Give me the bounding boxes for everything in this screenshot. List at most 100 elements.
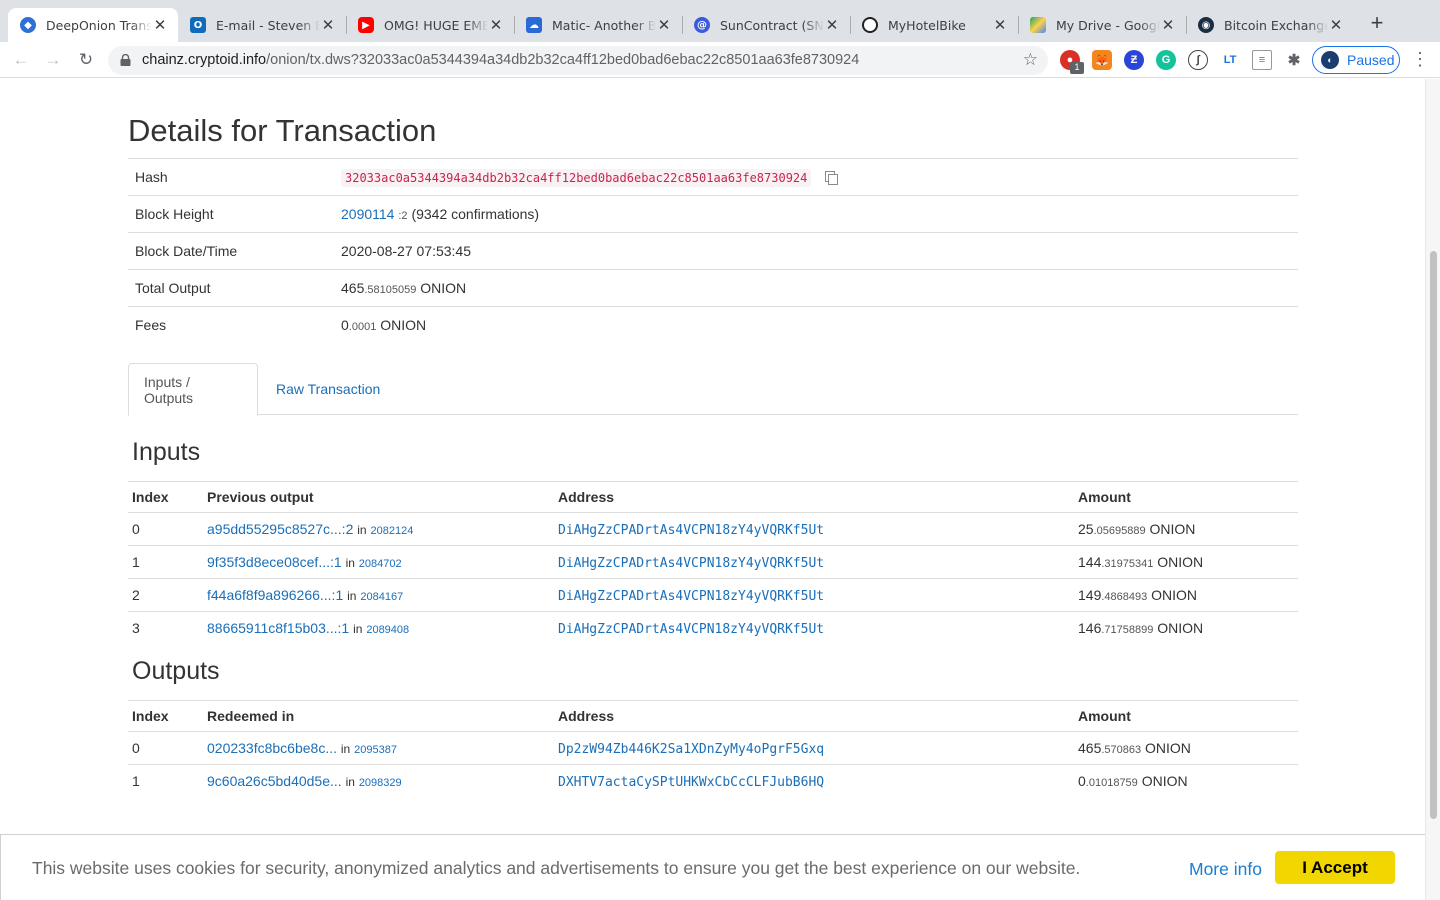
detail-row-block-height: Block Height 2090114 :2 (9342 confirmati… bbox=[128, 195, 1298, 233]
tab-title: SunContract (SNC bbox=[720, 17, 824, 33]
row-index: 2 bbox=[128, 578, 203, 612]
detail-label: Block Date/Time bbox=[135, 243, 238, 259]
accept-cookies-button[interactable]: I Accept bbox=[1275, 851, 1395, 884]
amount-integer: 0 bbox=[341, 317, 349, 334]
column-header: Index bbox=[128, 481, 203, 513]
amount-decimal: .0001 bbox=[348, 321, 377, 334]
block-link[interactable]: 2082124 bbox=[370, 525, 413, 537]
close-tab-icon[interactable]: ✕ bbox=[656, 16, 672, 34]
reload-icon[interactable]: ↻ bbox=[75, 49, 97, 71]
browser-tab-deeponion[interactable]: ◆ DeepOnion Transa ✕ bbox=[8, 8, 178, 42]
browser-tab-matic[interactable]: ☁ Matic- Another Be ✕ bbox=[514, 8, 682, 42]
block-link[interactable]: 2084702 bbox=[359, 558, 402, 570]
signature-extension-icon[interactable]: ∫ bbox=[1188, 50, 1208, 70]
grammarly-icon[interactable]: G bbox=[1156, 50, 1176, 70]
address-link[interactable]: DiAHgZzCPADrtAs4VCPN18zY4yVQRKf5Ut bbox=[558, 622, 824, 637]
lt-extension-icon[interactable]: LT bbox=[1220, 50, 1240, 70]
amount-cell: 144.31975341 ONION bbox=[1074, 545, 1298, 579]
redeemed-in-cell: 9c60a26c5bd40d5e... in 2098329 bbox=[203, 765, 554, 798]
profile-paused-button[interactable]: ◐ Paused bbox=[1312, 46, 1400, 74]
redeemed-in-link[interactable]: 9c60a26c5bd40d5e... bbox=[207, 773, 342, 789]
previous-output-cell: 9f35f3d8ece08cef...:1 in 2084702 bbox=[203, 545, 554, 579]
previous-output-link[interactable]: 9f35f3d8ece08cef...:1 bbox=[207, 554, 342, 570]
extension-badge: 1 bbox=[1070, 62, 1084, 74]
row-index: 1 bbox=[128, 545, 203, 579]
ledger-extension-icon[interactable]: Ƶ bbox=[1124, 50, 1144, 70]
block-datetime: 2020-08-27 07:53:45 bbox=[341, 243, 471, 259]
metamask-icon[interactable]: 🦊 bbox=[1092, 50, 1112, 70]
address-link[interactable]: DiAHgZzCPADrtAs4VCPN18zY4yVQRKf5Ut bbox=[558, 523, 824, 538]
browser-tab-youtube[interactable]: ▶ OMG! HUGE EMER ✕ bbox=[346, 8, 514, 42]
row-index: 3 bbox=[132, 620, 140, 637]
close-tab-icon[interactable]: ✕ bbox=[1328, 16, 1344, 34]
extensions-puzzle-icon[interactable]: ✱ bbox=[1284, 50, 1304, 70]
block-link[interactable]: 2089408 bbox=[366, 624, 409, 636]
page-scrollbar[interactable] bbox=[1425, 79, 1440, 900]
browser-menu-icon[interactable]: ⋮ bbox=[1411, 49, 1429, 70]
address-link[interactable]: DiAHgZzCPADrtAs4VCPN18zY4yVQRKf5Ut bbox=[558, 556, 824, 571]
browser-tab-bitcoin-exchange[interactable]: ◉ Bitcoin Exchange ✕ bbox=[1186, 8, 1354, 42]
copy-icon[interactable] bbox=[825, 171, 839, 185]
block-height-link[interactable]: 2090114 bbox=[341, 206, 394, 222]
amount-decimal: .05695889 bbox=[1093, 525, 1146, 537]
previous-output-cell: f44a6f8f9a896266...:1 in 2084167 bbox=[203, 578, 554, 612]
amount-unit: ONION bbox=[1157, 554, 1204, 570]
amount-cell: 146.71758899 ONION bbox=[1074, 612, 1298, 645]
block-link[interactable]: 2095387 bbox=[354, 744, 397, 756]
amount-cell: 149.4868493 ONION bbox=[1074, 578, 1298, 612]
detail-value: 32033ac0a5344394a34db2b32ca4ff12bed0bad6… bbox=[341, 159, 1298, 196]
browser-tab-myhotelbike[interactable]: MyHotelBike ✕ bbox=[850, 8, 1018, 42]
matic-icon: ☁ bbox=[526, 17, 542, 33]
tab-inputs-outputs[interactable]: Inputs / Outputs bbox=[128, 363, 258, 416]
address-link[interactable]: DXHTV7actaCySPtUHKWxCbCcCLFJubB6HQ bbox=[558, 775, 824, 790]
block-link[interactable]: 2098329 bbox=[359, 777, 402, 789]
close-tab-icon[interactable]: ✕ bbox=[992, 16, 1008, 34]
transaction-details-table: Hash 32033ac0a5344394a34db2b32ca4ff12bed… bbox=[128, 158, 1298, 344]
amount-unit: ONION bbox=[420, 280, 467, 296]
browser-tab-google-drive[interactable]: My Drive - Google ✕ bbox=[1018, 8, 1186, 42]
content-tabs: Inputs / Outputs Raw Transaction bbox=[128, 363, 1298, 416]
amount-integer: 146 bbox=[1078, 620, 1102, 637]
back-arrow-icon[interactable]: ← bbox=[10, 49, 32, 71]
transaction-hash[interactable]: 32033ac0a5344394a34db2b32ca4ff12bed0bad6… bbox=[341, 169, 812, 187]
redeemed-in-link[interactable]: 020233fc8bc6be8c... bbox=[207, 740, 337, 756]
address-bar[interactable]: chainz.cryptoid.info/onion/tx.dws?32033a… bbox=[108, 46, 1048, 75]
google-drive-icon bbox=[1030, 17, 1046, 33]
forward-arrow-icon[interactable]: → bbox=[42, 49, 64, 71]
close-tab-icon[interactable]: ✕ bbox=[824, 16, 840, 34]
address-link[interactable]: Dp2zW94Zb446K2Sa1XDnZyMy4oPgrF5Gxq bbox=[558, 742, 824, 757]
amount-decimal: .58105059 bbox=[364, 284, 417, 296]
close-tab-icon[interactable]: ✕ bbox=[488, 16, 504, 34]
column-header: Redeemed in bbox=[203, 700, 554, 732]
address-link[interactable]: DiAHgZzCPADrtAs4VCPN18zY4yVQRKf5Ut bbox=[558, 589, 824, 604]
close-tab-icon[interactable]: ✕ bbox=[320, 16, 336, 34]
myhotelbike-icon bbox=[862, 17, 878, 33]
previous-output-cell: 88665911c8f15b03...:1 in 2089408 bbox=[203, 612, 554, 645]
previous-output-link[interactable]: a95dd55295c8527c...:2 bbox=[207, 521, 353, 537]
amount-integer: 465 bbox=[1078, 740, 1102, 756]
tab-raw-transaction[interactable]: Raw Transaction bbox=[261, 363, 395, 415]
amount-integer: 149 bbox=[1078, 587, 1102, 603]
amount-unit: ONION bbox=[1145, 740, 1191, 756]
scrollbar-thumb[interactable] bbox=[1430, 251, 1437, 819]
document-extension-icon[interactable]: ≡ bbox=[1252, 50, 1272, 70]
amount-decimal: .01018759 bbox=[1085, 777, 1138, 790]
amount-cell: 465.570863 ONION bbox=[1074, 731, 1298, 765]
bookmark-star-icon[interactable]: ☆ bbox=[1023, 50, 1038, 70]
amount-unit: ONION bbox=[1151, 587, 1198, 603]
youtube-icon: ▶ bbox=[358, 17, 374, 33]
block-link[interactable]: 2084167 bbox=[360, 591, 403, 603]
more-info-link[interactable]: More info bbox=[1189, 859, 1262, 880]
new-tab-icon[interactable]: + bbox=[1366, 12, 1388, 36]
previous-output-link[interactable]: f44a6f8f9a896266...:1 bbox=[207, 587, 343, 603]
close-tab-icon[interactable]: ✕ bbox=[1160, 16, 1176, 34]
detail-row-datetime: Block Date/Time 2020-08-27 07:53:45 bbox=[128, 232, 1298, 270]
in-label: in bbox=[345, 556, 355, 570]
browser-tab-suncontract[interactable]: @ SunContract (SNC ✕ bbox=[682, 8, 850, 42]
detail-value: 2090114 :2 (9342 confirmations) bbox=[341, 196, 1298, 233]
table-header-row: Index Redeemed in Address Amount bbox=[128, 700, 1298, 732]
bitcoin-exchange-icon: ◉ bbox=[1198, 17, 1214, 33]
close-tab-icon[interactable]: ✕ bbox=[152, 16, 168, 34]
previous-output-link[interactable]: 88665911c8f15b03...:1 bbox=[207, 620, 349, 636]
browser-tab-outlook[interactable]: O E-mail - Steven Be ✕ bbox=[178, 8, 346, 42]
